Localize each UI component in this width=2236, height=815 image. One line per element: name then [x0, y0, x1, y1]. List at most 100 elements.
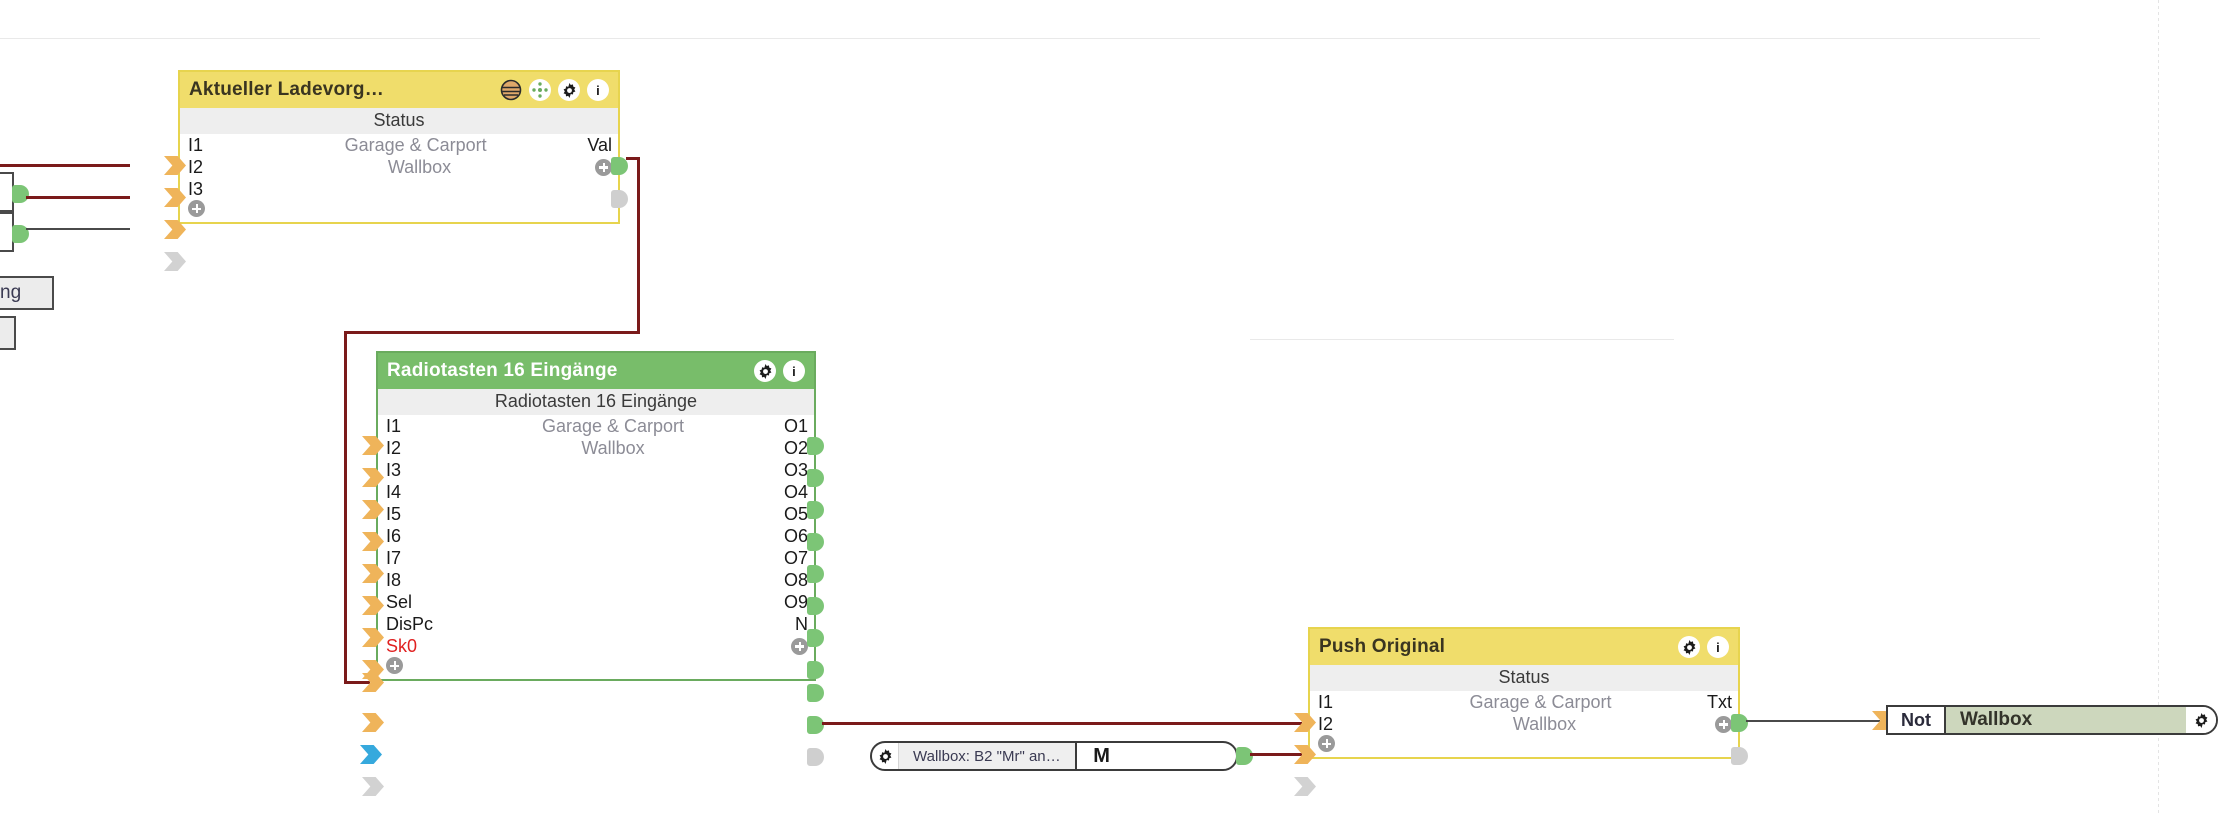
- wire-to-aktueller-i1: [0, 164, 130, 167]
- port-label-sk0: Sk0: [386, 635, 418, 656]
- port-label-i1: I1: [188, 134, 204, 155]
- node-push-original-status-line1: Garage & Carport: [1469, 691, 1612, 712]
- node-push-original-output-port-add[interactable]: [1731, 747, 1748, 765]
- wire-txt-to-not-wallbox: [1746, 720, 1880, 722]
- info-icon[interactable]: i: [587, 79, 609, 101]
- node-radiotasten-title: Radiotasten 16 Eingänge: [387, 360, 618, 381]
- node-push-original[interactable]: Push Original i Status I1 Garage & Carpo…: [1308, 627, 1740, 759]
- wire-val-seg2: [637, 157, 640, 334]
- flow-canvas[interactable]: ng Aktueller Ladevorg… i Status I1 Garag…: [0, 0, 2236, 815]
- node-radiotasten-row-3: I3 O3: [378, 459, 814, 481]
- move-icon[interactable]: [529, 79, 551, 101]
- info-icon[interactable]: i: [1707, 636, 1729, 658]
- node-radiotasten-row-1: I1 Garage & Carport O1: [378, 415, 814, 437]
- node-radiotasten-row-5: I5 O5: [378, 503, 814, 525]
- node-radiotasten-output-port-o7[interactable]: [807, 629, 824, 647]
- node-radiotasten-row-6: I6 O6: [378, 525, 814, 547]
- node-radiotasten-output-port-o6[interactable]: [807, 597, 824, 615]
- edge-node-upper-output-port[interactable]: [12, 185, 29, 203]
- node-aktueller-row-add: [180, 200, 618, 222]
- port-label-i3: I3: [386, 459, 402, 480]
- not-wallbox-name: Wallbox: [1946, 707, 2186, 733]
- node-radiotasten-output-port-o3[interactable]: [807, 501, 824, 519]
- port-label-i3: I3: [188, 178, 204, 199]
- message-pill-widget[interactable]: Wallbox: B2 "Mr" an… M: [870, 741, 1238, 771]
- node-aktueller-input-port-add[interactable]: [164, 252, 186, 271]
- node-aktueller-ladevorgang[interactable]: Aktueller Ladevorg… i Status I1 Garage &…: [178, 70, 620, 224]
- gear-icon[interactable]: [1678, 636, 1700, 658]
- node-radiotasten-subtitle: Radiotasten 16 Eingänge: [378, 389, 814, 415]
- node-push-original-input-port-add[interactable]: [1294, 777, 1316, 796]
- node-aktueller-subtitle: Status: [180, 108, 618, 134]
- add-output-button[interactable]: [1715, 715, 1732, 733]
- add-output-button[interactable]: [595, 158, 612, 176]
- lamp-icon[interactable]: [500, 79, 522, 101]
- node-radiotasten-input-port-add[interactable]: [362, 777, 384, 796]
- wire-to-aktueller-i3: [26, 228, 130, 230]
- gear-icon[interactable]: [754, 360, 776, 382]
- node-aktueller-output-port-add[interactable]: [611, 190, 628, 208]
- node-radiotasten-output-port-o5[interactable]: [807, 565, 824, 583]
- node-radiotasten-output-port-add[interactable]: [807, 748, 824, 766]
- info-icon[interactable]: i: [783, 360, 805, 382]
- port-label-i1: I1: [1318, 691, 1334, 712]
- wire-n-to-push-i1: [822, 722, 1302, 725]
- node-radiotasten-row-2: I2 Wallbox O2: [378, 437, 814, 459]
- node-radiotasten-output-port-o4[interactable]: [807, 533, 824, 551]
- message-pill-text: Wallbox: B2 "Mr" an…: [898, 743, 1075, 769]
- add-input-button[interactable]: [1318, 735, 1335, 752]
- guide-line-top: [0, 38, 2040, 39]
- port-label-i1: I1: [386, 415, 402, 436]
- gear-icon[interactable]: [2186, 707, 2216, 733]
- port-label-o3: O3: [783, 459, 808, 480]
- port-label-o8: O8: [783, 569, 808, 590]
- node-push-original-body: I1 Garage & Carport Txt I2 Wallbox: [1310, 691, 1738, 757]
- not-wallbox-widget[interactable]: Not Wallbox: [1886, 705, 2218, 735]
- node-push-original-row-i1: I1 Garage & Carport Txt: [1310, 691, 1738, 713]
- guide-line-right: [2158, 0, 2159, 815]
- node-push-original-header-icons: i: [1678, 636, 1729, 658]
- add-input-button[interactable]: [386, 657, 403, 674]
- port-label-i8: I8: [386, 569, 402, 590]
- port-label-val: Val: [587, 134, 612, 155]
- node-aktueller-status-line2: Wallbox: [387, 156, 452, 177]
- port-label-i2: I2: [1318, 713, 1334, 734]
- node-push-original-status-line2: Wallbox: [1512, 713, 1577, 734]
- add-output-button[interactable]: [791, 637, 808, 655]
- node-radiotasten-row-sk0: Sk0: [378, 635, 814, 657]
- port-label-i2: I2: [188, 156, 204, 177]
- node-radiotasten-output-port-o9[interactable]: [807, 684, 824, 702]
- node-aktueller-header-icons: i: [500, 79, 609, 101]
- node-radiotasten-body: I1 Garage & Carport O1 I2 Wallbox O2 I3 …: [378, 415, 814, 679]
- node-radiotasten-input-port-dispc[interactable]: [362, 713, 384, 732]
- edge-node-label: ng: [0, 282, 22, 303]
- node-radiotasten-status-line2: Wallbox: [581, 437, 645, 458]
- node-radiotasten-row-add: [378, 657, 814, 679]
- node-radiotasten-output-port-o2[interactable]: [807, 469, 824, 487]
- port-label-txt: Txt: [1707, 691, 1732, 712]
- edge-node-stub[interactable]: [0, 316, 16, 350]
- port-label-i7: I7: [386, 547, 402, 568]
- message-pill-output-port[interactable]: [1236, 747, 1253, 765]
- node-radiotasten-output-port-o1[interactable]: [807, 437, 824, 455]
- node-push-original-header[interactable]: Push Original i: [1310, 629, 1738, 665]
- wire-val-seg5: [344, 681, 370, 684]
- port-label-i6: I6: [386, 525, 402, 546]
- node-push-original-subtitle: Status: [1310, 665, 1738, 691]
- wire-val-seg3: [344, 331, 640, 334]
- node-radiotasten-output-port-n[interactable]: [807, 716, 824, 734]
- message-pill-button[interactable]: M: [1074, 743, 1127, 769]
- wire-to-aktueller-i2: [26, 196, 130, 199]
- node-push-original-output-port-txt[interactable]: [1731, 714, 1748, 732]
- node-radiotasten[interactable]: Radiotasten 16 Eingänge i Radiotasten 16…: [376, 351, 816, 681]
- node-radiotasten-input-port-sk0[interactable]: [360, 745, 382, 764]
- node-radiotasten-header[interactable]: Radiotasten 16 Eingänge i: [378, 353, 814, 389]
- node-radiotasten-status-line1: Garage & Carport: [541, 415, 685, 436]
- add-input-button[interactable]: [188, 200, 205, 217]
- guide-line-middle: [1250, 339, 1674, 340]
- gear-icon[interactable]: [872, 748, 898, 764]
- node-radiotasten-output-port-o8[interactable]: [807, 661, 824, 679]
- gear-icon[interactable]: [558, 79, 580, 101]
- node-aktueller-status-line1: Garage & Carport: [344, 134, 487, 155]
- node-aktueller-header[interactable]: Aktueller Ladevorg… i: [180, 72, 618, 108]
